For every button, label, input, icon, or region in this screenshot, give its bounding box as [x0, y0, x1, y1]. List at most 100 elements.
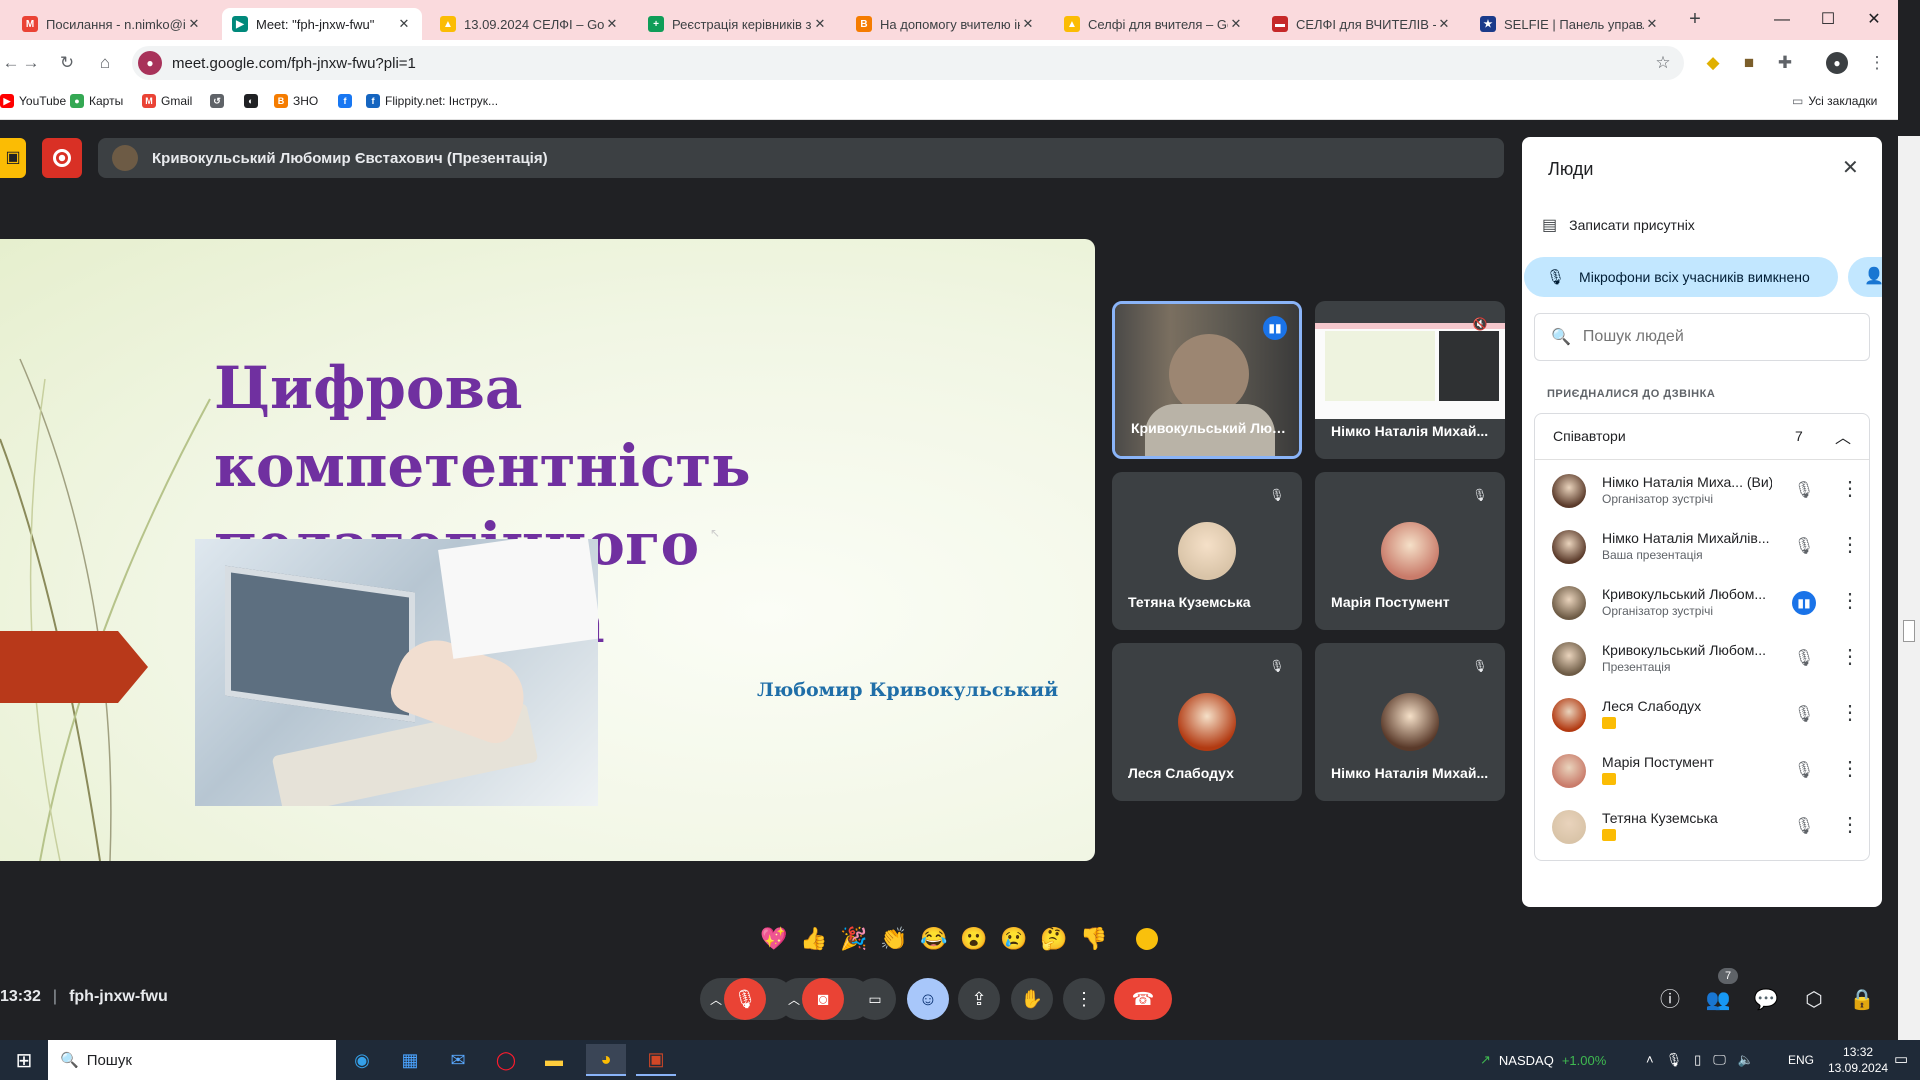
- mic-off-icon[interactable]: 🎙: [1792, 703, 1816, 727]
- mail-icon[interactable]: ✉: [438, 1044, 478, 1076]
- participant-row[interactable]: Німко Наталія Миха... (Ви) Організатор зу…: [1552, 464, 1882, 518]
- bookmark-item[interactable]: f: [338, 94, 357, 108]
- people-search[interactable]: 🔍: [1534, 313, 1870, 361]
- all-bookmarks[interactable]: ▭ Усі закладки: [1792, 94, 1877, 108]
- home-icon[interactable]: ⌂: [94, 52, 116, 74]
- info-icon[interactable]: ⓘ: [1656, 986, 1684, 1014]
- participant-tile[interactable]: 🔇 Німко Наталія Михай...: [1315, 301, 1505, 459]
- mic-icon[interactable]: 🎙: [1666, 1052, 1683, 1068]
- forward-icon[interactable]: →: [20, 52, 42, 74]
- raise-hand-button[interactable]: ✋: [1011, 978, 1053, 1020]
- extension-icon[interactable]: ◆: [1702, 52, 1724, 74]
- more-vert-icon[interactable]: ⋮: [1840, 701, 1860, 725]
- participant-row[interactable]: Кривокульський Любом... Організатор зустр…: [1552, 576, 1882, 630]
- profile-avatar[interactable]: ●: [1826, 52, 1848, 74]
- url-text[interactable]: meet.google.com/fph-jnxw-fwu?pli=1: [172, 55, 416, 72]
- chevron-up-icon[interactable]: ︿: [1835, 424, 1851, 448]
- more-vert-icon[interactable]: ⋮: [1840, 589, 1860, 613]
- reaction-emoji[interactable]: 👍: [800, 924, 827, 954]
- reaction-emoji[interactable]: 😢: [1000, 924, 1027, 954]
- browser-tab[interactable]: B На допомогу вчителю ін ✕: [846, 8, 1046, 40]
- bookmark-item[interactable]: f Flippity.net: Інструк...: [366, 94, 498, 108]
- participant-tile[interactable]: ▮▮ Кривокульський Люб...: [1112, 301, 1302, 459]
- tab-close-icon[interactable]: ✕: [1228, 16, 1244, 32]
- chevron-up-icon[interactable]: ˄: [1646, 1052, 1654, 1068]
- site-info-icon[interactable]: ●: [138, 51, 162, 75]
- reaction-emoji[interactable]: 👏: [880, 924, 907, 954]
- more-vert-icon[interactable]: ⋮: [1840, 645, 1860, 669]
- maximize-icon[interactable]: ☐: [1808, 6, 1848, 34]
- reaction-emoji[interactable]: 💖: [760, 924, 787, 954]
- notifications-icon[interactable]: ▭: [1894, 1050, 1908, 1068]
- network-icon[interactable]: 🖵: [1713, 1052, 1726, 1068]
- leave-call-button[interactable]: ☎: [1114, 978, 1172, 1020]
- browser-tab[interactable]: + Реєстрація керівників за ✕: [638, 8, 838, 40]
- clock[interactable]: 13:32 13.09.2024: [1828, 1044, 1888, 1076]
- mic-off-icon[interactable]: 🎙: [1792, 759, 1816, 783]
- reaction-emoji[interactable]: 🤔: [1040, 924, 1067, 954]
- bookmark-item[interactable]: B ЗНО: [274, 94, 318, 108]
- stock-widget[interactable]: ↗ NASDAQ +1.00%: [1480, 1052, 1606, 1068]
- participant-row[interactable]: Марія Постумент 🎙 ⋮: [1552, 744, 1882, 798]
- more-vert-icon[interactable]: ⋮: [1840, 813, 1860, 837]
- chat-icon[interactable]: 💬: [1752, 986, 1780, 1014]
- more-vert-icon[interactable]: ⋮: [1840, 477, 1860, 501]
- record-attendance-button[interactable]: ▤ Записати присутніх: [1542, 213, 1695, 237]
- tab-close-icon[interactable]: ✕: [604, 16, 620, 32]
- participant-row[interactable]: Леся Слабодух 🎙 ⋮: [1552, 688, 1882, 742]
- bookmark-item[interactable]: ▶ YouTube: [0, 94, 66, 108]
- reload-icon[interactable]: ↻: [56, 52, 78, 74]
- more-vert-icon[interactable]: ⋮: [1840, 533, 1860, 557]
- mic-toggle-button[interactable]: 🎙: [724, 978, 766, 1020]
- host-controls-icon[interactable]: 🔒: [1848, 986, 1876, 1014]
- participant-row[interactable]: Німко Наталія Михайлів... Ваша презентаці…: [1552, 520, 1882, 574]
- browser-tab[interactable]: ▲ 13.09.2024 СЕЛФІ – Goog ✕: [430, 8, 630, 40]
- tab-close-icon[interactable]: ✕: [396, 16, 412, 32]
- browser-tab[interactable]: ★ SELFIE | Панель управлін✕: [1470, 8, 1670, 40]
- explorer-icon[interactable]: ▬: [534, 1044, 574, 1076]
- taskbar-search[interactable]: 🔍 Пошук: [48, 1040, 336, 1080]
- tab-close-icon[interactable]: ✕: [186, 16, 202, 32]
- activities-icon[interactable]: ⬡: [1800, 986, 1828, 1014]
- extensions-puzzle-icon[interactable]: ✚: [1774, 52, 1796, 74]
- participant-tile[interactable]: 🎙 Леся Слабодух: [1112, 643, 1302, 801]
- tab-close-icon[interactable]: ✕: [1020, 16, 1036, 32]
- bookmark-item[interactable]: M Gmail: [142, 94, 192, 108]
- opera-icon[interactable]: ◯: [486, 1044, 526, 1076]
- mute-all-chip[interactable]: 🎙 Мікрофони всіх учасників вимкнено: [1524, 257, 1838, 297]
- browser-tab[interactable]: M Посилання - n.nimko@ip ✕: [12, 8, 212, 40]
- bookmark-item[interactable]: ◐: [244, 94, 263, 108]
- participant-tile[interactable]: 🎙 Марія Постумент: [1315, 472, 1505, 630]
- recording-button[interactable]: [42, 138, 82, 178]
- edge-icon[interactable]: ◉: [342, 1044, 382, 1076]
- browser-tab[interactable]: ▶ Meet: "fph-jnxw-fwu" ✕: [222, 8, 422, 40]
- more-options-button[interactable]: ⋮: [1063, 978, 1105, 1020]
- reactions-button[interactable]: ☺: [907, 978, 949, 1020]
- back-icon[interactable]: ←: [0, 52, 22, 74]
- captions-button[interactable]: ▭: [854, 978, 896, 1020]
- people-icon[interactable]: 👥: [1704, 986, 1732, 1014]
- volume-icon[interactable]: 🔈: [1738, 1052, 1754, 1068]
- camera-toggle-button[interactable]: ◙: [802, 978, 844, 1020]
- browser-menu-icon[interactable]: ⋮: [1866, 52, 1888, 74]
- system-tray[interactable]: ˄ 🎙 ▯ 🖵 🔈: [1646, 1052, 1754, 1068]
- bookmark-item[interactable]: ↺: [210, 94, 229, 108]
- tab-close-icon[interactable]: ✕: [812, 16, 828, 32]
- bookmark-item[interactable]: ● Карты: [70, 94, 123, 108]
- reaction-emoji[interactable]: 😂: [920, 924, 947, 954]
- mic-off-icon[interactable]: 🎙: [1792, 479, 1816, 503]
- more-reactions-icon[interactable]: [1136, 928, 1158, 950]
- bookmark-star-icon[interactable]: ☆: [1652, 52, 1674, 74]
- store-icon[interactable]: ▦: [390, 1044, 430, 1076]
- powerpoint-icon[interactable]: ▣: [636, 1044, 676, 1076]
- mic-off-icon[interactable]: 🎙: [1792, 815, 1816, 839]
- present-button[interactable]: ⇪: [958, 978, 1000, 1020]
- reaction-emoji[interactable]: 🎉: [840, 924, 867, 954]
- tab-close-icon[interactable]: ✕: [1644, 16, 1660, 32]
- new-tab-button[interactable]: +: [1682, 8, 1708, 31]
- group-header[interactable]: Співавтори 7 ︿: [1535, 414, 1869, 460]
- stop-presenting-button[interactable]: ▣: [0, 138, 26, 178]
- add-people-chip[interactable]: 👤: [1848, 257, 1882, 297]
- speaking-indicator-icon[interactable]: ▮▮: [1792, 591, 1816, 615]
- minimize-icon[interactable]: —: [1762, 6, 1802, 34]
